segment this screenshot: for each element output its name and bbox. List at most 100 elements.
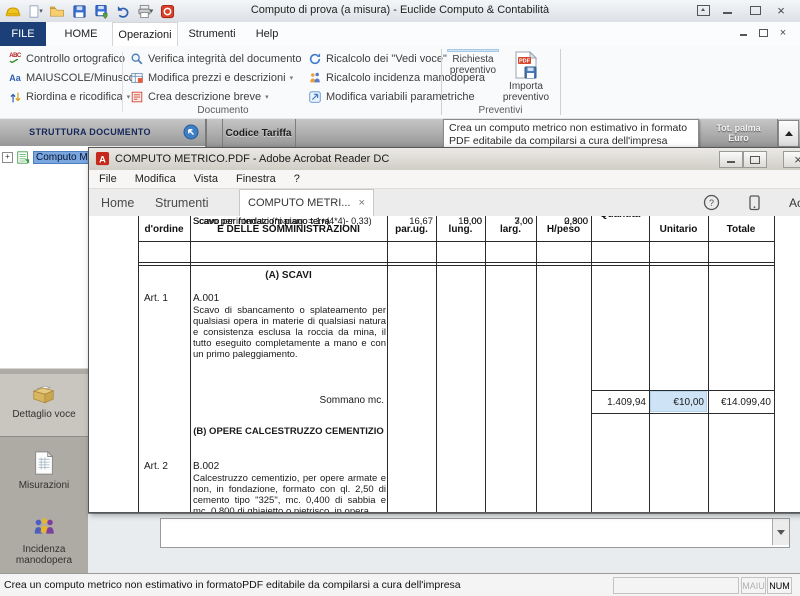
doc-tab-close-icon[interactable]: × [358,197,364,209]
modifica-variabili-button[interactable]: Modifica variabili parametriche [308,88,485,106]
sidebar-item-incidenza-manodopera[interactable]: Incidenza manodopera [0,509,88,571]
ribbon-toggle-button[interactable] [692,2,714,18]
spellcheck-abc-icon: ABC [8,52,22,66]
art1-number: Art. 1 [144,293,168,304]
acrobat-tab-strumenti[interactable]: Strumenti [155,189,209,216]
short-description-icon [130,90,144,104]
parameters-icon [308,90,322,104]
acrobat-minimize-button[interactable] [719,151,743,168]
sommano-label: Sommano mc. [193,395,384,406]
refresh-arrows-icon [308,52,322,66]
people-icon [30,515,58,541]
acrobat-tab-home[interactable]: Home [101,189,134,216]
acrobat-menubar: File Modifica Vista Finestra ? [89,170,800,189]
unitario-value[interactable]: €10,00 [651,397,704,408]
description-field[interactable] [160,518,790,548]
menu-file[interactable]: File [99,173,117,185]
section-b-title: (B) OPERE CALCESTRUZZO CEMENTIZIO [190,426,387,437]
maiuscole-minuscole-button[interactable]: Aa MAIUSCOLE/Minuscole [8,69,143,87]
col-header-quantita: Quantità [591,216,649,220]
grid-header-totale[interactable]: Tot. palma Euro [700,119,778,147]
detail-bottom-panel [88,513,800,574]
sidebar-item-dettaglio-voce[interactable]: Dettaglio voce [0,374,88,437]
spreadsheet-icon [16,150,30,165]
structure-panel-header: STRUTTURA DOCUMENTO [0,119,207,147]
ribbon: ABC Controllo ortografico Aa MAIUSCOLE/M… [0,46,800,119]
minimize-button[interactable] [716,2,738,18]
tab-home[interactable]: HOME [55,22,107,46]
svg-text:A: A [99,154,106,164]
menu-finestra[interactable]: Finestra [236,173,276,185]
svg-text:PDF: PDF [519,58,531,64]
menu-vista[interactable]: Vista [194,173,218,185]
mdi-restore-button[interactable] [754,26,772,40]
acrobat-doc-tab[interactable]: COMPUTO METRI... × [239,189,374,216]
art2-number: Art. 2 [144,461,168,472]
grid-selector-header [207,119,223,147]
art2-description: Calcestruzzo cementizio, per opere armat… [193,473,386,512]
grid-header-codice-tariffa[interactable]: Codice Tariffa [222,119,296,147]
section-a-title: (A) SCAVI [190,270,387,281]
importa-preventivo-button[interactable]: PDF Importa preventivo [501,49,551,105]
status-num-indicator: NUM [767,577,792,594]
sign-in-link[interactable]: Ac [789,196,800,210]
controllo-ortografico-button[interactable]: ABC Controllo ortografico [8,50,143,68]
totale-value: €14.099,40 [710,397,771,408]
art2-code: B.002 [193,461,219,472]
tab-strumenti[interactable]: Strumenti [182,22,242,46]
maximize-button[interactable] [744,2,766,18]
acrobat-logo-icon: A [95,151,110,171]
status-message: Crea un computo metrico non estimativo i… [4,579,461,591]
up-arrow-icon [785,131,793,136]
workers-icon [308,71,322,85]
tab-file[interactable]: FILE [0,22,46,46]
pdf-save-icon: PDF [513,51,539,79]
richiesta-preventivo-button[interactable]: PDF Richiesta preventivo [447,49,499,52]
menu-modifica[interactable]: Modifica [135,173,176,185]
acrobat-window[interactable]: A COMPUTO METRICO.PDF - Adobe Acrobat Re… [88,147,800,513]
col-header-unitario: Unitario [649,224,708,235]
close-button[interactable]: × [770,2,792,18]
field-dropdown-button[interactable] [772,519,789,545]
euclide-titlebar: ▾ ▾ Computo di prova (a misura) - Euclid… [0,0,800,23]
acrobat-window-title: COMPUTO METRICO.PDF - Adobe Acrobat Read… [115,153,389,165]
sidebar-item-misurazioni[interactable]: Misurazioni [0,443,88,503]
modifica-prezzi-button[interactable]: Modifica prezzi e descrizioni▾ [130,69,301,87]
tree-expand-icon[interactable]: + [2,152,13,163]
down-arrow-icon [777,530,785,535]
menu-help[interactable]: ? [294,173,300,185]
crea-descrizione-breve-button[interactable]: Crea descrizione breve▾ [130,88,301,106]
acrobat-close-button[interactable]: × [783,151,800,168]
col-header-totale: Totale [708,224,774,235]
price-table-icon [130,71,144,85]
mdi-close-button[interactable]: × [774,26,792,40]
ribbon-tab-row: FILE HOME Operazioni Strumenti Help × [0,22,800,47]
mdi-minimize-button[interactable] [734,26,752,40]
sort-arrows-icon [8,90,22,104]
tab-help[interactable]: Help [248,22,286,46]
art1-code: A.001 [193,293,219,304]
pdf-document-area[interactable]: d'ordine E DELLE SOMMINISTRAZIONI par.ug… [89,216,800,512]
tab-operazioni[interactable]: Operazioni [112,22,178,47]
acrobat-titlebar[interactable]: A COMPUTO METRICO.PDF - Adobe Acrobat Re… [89,148,800,171]
svg-text:?: ? [709,198,714,208]
letter-case-icon: Aa [8,71,22,85]
group-label-documento: Documento [6,105,440,116]
acrobat-maximize-button[interactable] [743,151,767,168]
status-caps-indicator: MAIU [741,577,766,594]
art1-description: Scavo di sbancamento o splateamento per … [193,305,386,360]
acrobat-tabbar: Home Strumenti COMPUTO METRI... × ? Ac [89,189,800,217]
help-circle-icon[interactable]: ? [703,194,720,216]
window-title: Computo di prova (a misura) - Euclide Co… [0,4,800,16]
magnifier-check-icon [130,52,144,66]
quantita-value: 1.409,94 [592,397,646,408]
scroll-up-button[interactable] [778,120,799,147]
detail-box-icon [30,380,58,406]
mobile-device-icon[interactable] [747,195,762,216]
status-cell-empty [613,577,739,594]
collapse-panel-button[interactable] [183,124,199,145]
col-header-dordine: d'ordine [138,224,190,235]
verifica-integrita-button[interactable]: Verifica integrità del documento [130,50,301,68]
riordina-ricodifica-button[interactable]: Riordina e ricodifica▾ [8,88,143,106]
measurements-sheet-icon [31,449,57,477]
